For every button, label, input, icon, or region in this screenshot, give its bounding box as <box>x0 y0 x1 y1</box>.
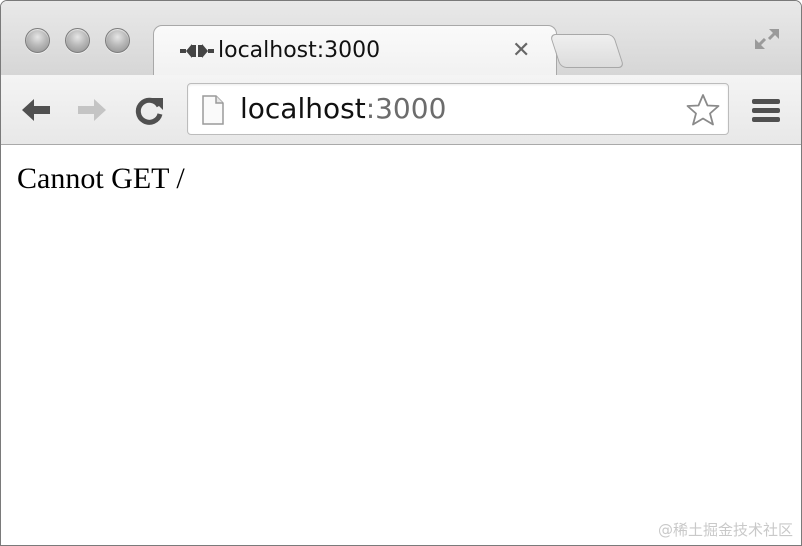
page-icon <box>202 95 224 125</box>
minimize-window-button[interactable] <box>65 28 90 53</box>
plug-icon <box>180 44 214 58</box>
error-message: Cannot GET / <box>17 162 185 195</box>
window-controls <box>25 28 130 53</box>
back-arrow-icon[interactable] <box>19 94 53 126</box>
url-host: localhost <box>240 92 366 125</box>
page-content: Cannot GET / @稀土掘金技术社区 <box>1 146 801 545</box>
watermark: @稀土掘金技术社区 <box>657 521 793 539</box>
tab-strip: localhost:3000 ✕ <box>1 1 801 77</box>
reload-icon[interactable] <box>133 94 167 126</box>
url-port: :3000 <box>365 92 447 125</box>
toolbar: localhost:3000 <box>1 75 801 145</box>
new-tab-button[interactable] <box>549 34 625 68</box>
fullscreen-icon[interactable] <box>751 25 783 53</box>
tab-title: localhost:3000 <box>218 38 381 63</box>
forward-arrow-icon[interactable] <box>75 94 109 126</box>
tab-localhost[interactable]: localhost:3000 ✕ <box>153 25 557 77</box>
star-icon[interactable] <box>686 93 720 127</box>
close-window-button[interactable] <box>25 28 50 53</box>
hamburger-menu-icon[interactable] <box>749 94 783 126</box>
tab-close-icon[interactable]: ✕ <box>512 38 530 63</box>
zoom-window-button[interactable] <box>105 28 130 53</box>
address-bar[interactable]: localhost:3000 <box>187 83 729 135</box>
browser-window: localhost:3000 ✕ localhost:3000 Cannot G… <box>0 0 802 546</box>
url-text[interactable]: localhost:3000 <box>240 92 446 125</box>
